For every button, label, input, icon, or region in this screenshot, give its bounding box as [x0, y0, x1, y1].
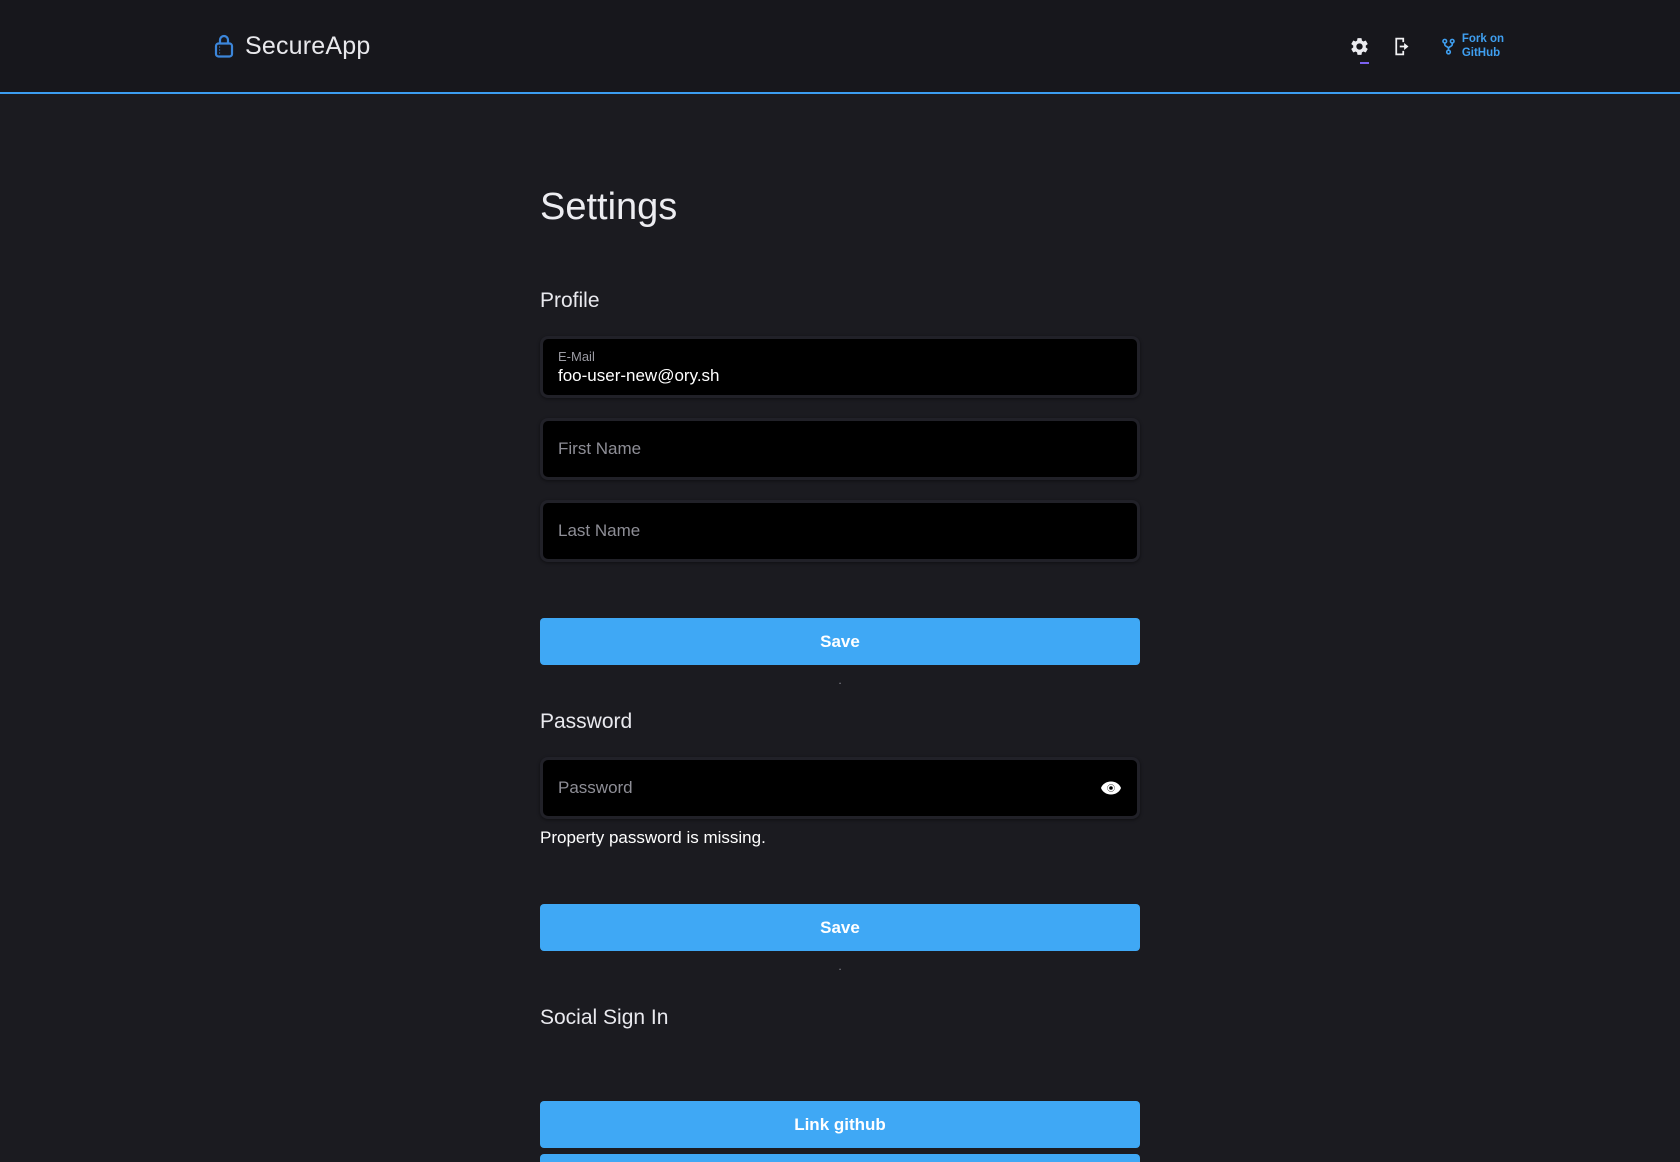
email-field: E-Mail: [543, 339, 1137, 395]
app-name: SecureApp: [245, 32, 371, 61]
navbar: SecureApp: [0, 0, 1680, 94]
reveal-password-button[interactable]: [1097, 774, 1125, 802]
password-input[interactable]: [558, 778, 1122, 798]
first-name-field-wrapper: [540, 418, 1140, 480]
logout-button[interactable]: [1389, 34, 1414, 59]
gear-icon: [1349, 36, 1370, 57]
gear-active-underline: [1360, 62, 1369, 64]
app-logo: SecureApp: [214, 32, 371, 61]
password-error-message: Property password is missing.: [540, 828, 1140, 848]
logout-icon: [1391, 36, 1412, 57]
password-loader-dot: .: [540, 959, 1140, 973]
profile-save-button[interactable]: Save: [540, 618, 1140, 665]
fork-icon: [1441, 38, 1456, 55]
password-field: [543, 760, 1137, 816]
password-field-wrapper: [540, 757, 1140, 819]
profile-loader-dot: .: [540, 673, 1140, 687]
lock-icon: [214, 33, 234, 59]
social-section-heading: Social Sign In: [540, 1005, 1140, 1031]
password-section-heading: Password: [540, 709, 1140, 735]
eye-icon: [1099, 776, 1123, 800]
last-name-input[interactable]: [558, 521, 1122, 541]
last-name-field: [543, 503, 1137, 559]
next-button-peek: [540, 1154, 1140, 1162]
settings-page: Settings Profile E-Mail Save . Password: [540, 184, 1140, 1162]
profile-section-heading: Profile: [540, 288, 1140, 314]
fork-on-github-link[interactable]: Fork on GitHub: [1441, 32, 1504, 61]
first-name-input[interactable]: [558, 439, 1122, 459]
password-save-button[interactable]: Save: [540, 904, 1140, 951]
settings-button[interactable]: [1347, 34, 1372, 59]
link-github-button[interactable]: Link github: [540, 1101, 1140, 1148]
email-field-wrapper: E-Mail: [540, 336, 1140, 398]
email-label: E-Mail: [558, 349, 1122, 364]
navbar-actions: Fork on GitHub: [1347, 32, 1504, 61]
last-name-field-wrapper: [540, 500, 1140, 562]
fork-link-label: Fork on GitHub: [1462, 32, 1504, 61]
email-input[interactable]: [558, 366, 1122, 386]
first-name-field: [543, 421, 1137, 477]
page-title: Settings: [540, 184, 1140, 230]
